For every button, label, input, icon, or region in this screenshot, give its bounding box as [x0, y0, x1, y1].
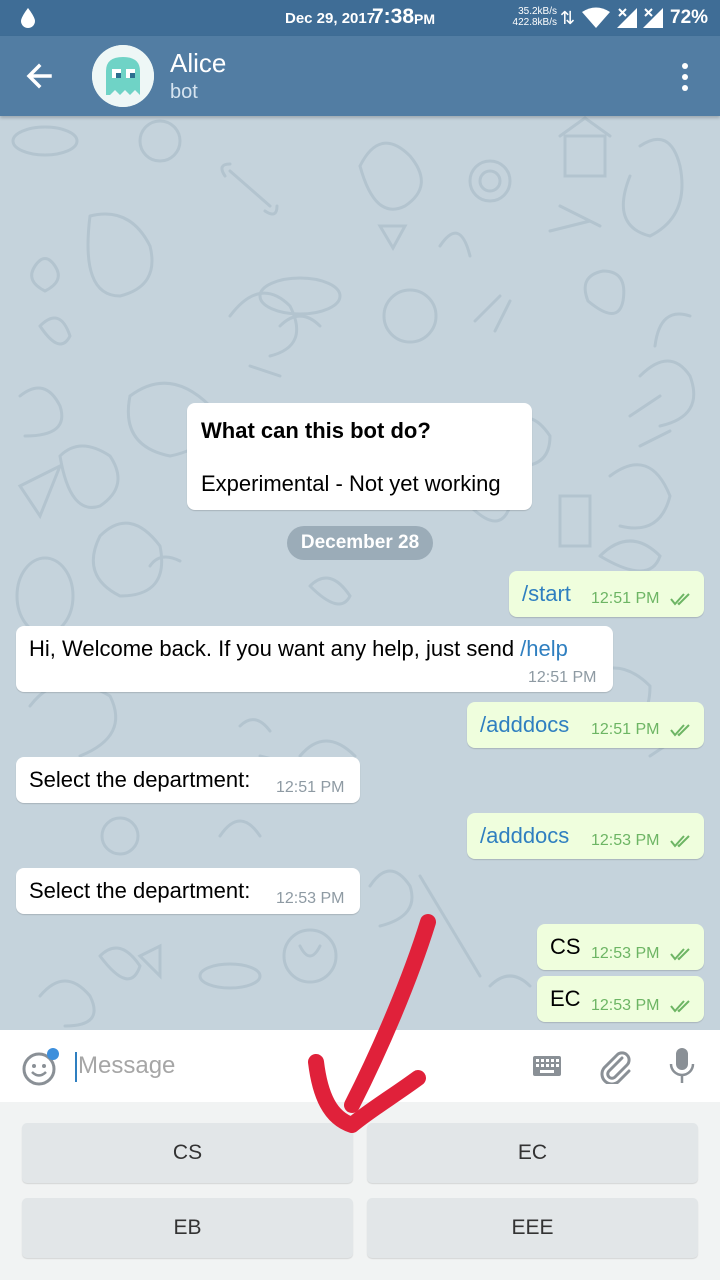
avatar[interactable] [92, 45, 154, 107]
message-time: 12:51 PM [528, 669, 597, 686]
message-input[interactable]: Message [78, 1052, 175, 1080]
message-time: 12:53 PM [276, 890, 345, 907]
message-outgoing[interactable]: EC 12:53 PM [537, 976, 704, 1022]
message-time: 12:51 PM [591, 721, 660, 738]
message-text: Select the department: [29, 878, 251, 903]
message-composer: Message [0, 1030, 720, 1102]
chat-header: Alice bot [0, 36, 720, 116]
signal-icon-sim1 [617, 8, 637, 28]
speed-up: 35.2kB/s [518, 6, 557, 17]
double-check-icon [670, 593, 690, 606]
chat-subtitle: bot [170, 81, 198, 103]
battery-percent: 72% [670, 7, 709, 28]
date-divider: December 28 [287, 526, 433, 560]
message-text: Select the department: [29, 767, 251, 792]
command-link[interactable]: /help [520, 636, 568, 661]
keyboard-button-eb[interactable]: EB [22, 1198, 353, 1258]
speed-down: 422.8kB/s [512, 17, 557, 28]
message-outgoing[interactable]: CS 12:53 PM [537, 924, 704, 970]
emoji-icon[interactable] [22, 1048, 60, 1086]
message-text: Hi, Welcome back. If you want any help, … [29, 636, 568, 662]
message-incoming[interactable]: Select the department: 12:51 PM [16, 757, 360, 803]
microphone-icon[interactable] [668, 1046, 696, 1086]
chat-title[interactable]: Alice [170, 48, 226, 79]
keyboard-button-ec[interactable]: EC [367, 1123, 698, 1183]
network-speed: 35.2kB/s 422.8kB/s [511, 6, 557, 28]
message-list[interactable]: What can this bot do? Experimental - Not… [0, 116, 720, 1030]
message-time: 12:53 PM [591, 832, 660, 849]
text-cursor [75, 1052, 77, 1082]
double-check-icon [670, 724, 690, 737]
attach-icon[interactable] [598, 1048, 632, 1084]
bot-info-text: Experimental - Not yet working [201, 471, 501, 496]
data-transfer-icon: ⇅ [560, 8, 576, 28]
signal-icon-sim2 [643, 8, 663, 28]
message-text: CS [550, 934, 581, 959]
data-saver-icon [21, 8, 35, 28]
status-ampm: PM [414, 11, 435, 27]
status-time: 7:38 [372, 5, 415, 28]
command-link[interactable]: /adddocs [480, 823, 569, 849]
message-time: 12:51 PM [591, 590, 660, 607]
ghost-avatar-icon [92, 45, 154, 107]
back-arrow-icon[interactable] [20, 56, 60, 96]
message-incoming[interactable]: Select the department: 12:53 PM [16, 868, 360, 914]
double-check-icon [670, 1000, 690, 1013]
double-check-icon [670, 835, 690, 848]
message-text: EC [550, 986, 581, 1011]
command-link[interactable]: /adddocs [480, 712, 569, 738]
wifi-icon [582, 7, 610, 28]
keyboard-button-eee[interactable]: EEE [367, 1198, 698, 1258]
message-incoming[interactable]: Hi, Welcome back. If you want any help, … [16, 626, 613, 692]
status-bar: Dec 29, 2017 7:38 PM 35.2kB/s 422.8kB/s … [0, 0, 720, 36]
status-date: Dec 29, 2017 [285, 10, 376, 27]
message-outgoing[interactable]: /adddocs 12:51 PM [467, 702, 704, 748]
message-time: 12:53 PM [591, 945, 660, 962]
keyboard-icon[interactable] [532, 1054, 562, 1078]
command-link[interactable]: /start [522, 581, 571, 607]
message-time: 12:53 PM [591, 997, 660, 1014]
more-menu-icon[interactable] [672, 60, 698, 94]
keyboard-button-cs[interactable]: CS [22, 1123, 353, 1183]
bot-reply-keyboard: CS EC EB EEE [0, 1102, 720, 1280]
message-outgoing[interactable]: /adddocs 12:53 PM [467, 813, 704, 859]
message-body: Hi, Welcome back. If you want any help, … [29, 636, 521, 661]
message-outgoing[interactable]: /start 12:51 PM [509, 571, 704, 617]
bot-info-card: What can this bot do? Experimental - Not… [187, 403, 532, 510]
bot-info-title: What can this bot do? [201, 418, 431, 443]
double-check-icon [670, 948, 690, 961]
message-time: 12:51 PM [276, 779, 345, 796]
